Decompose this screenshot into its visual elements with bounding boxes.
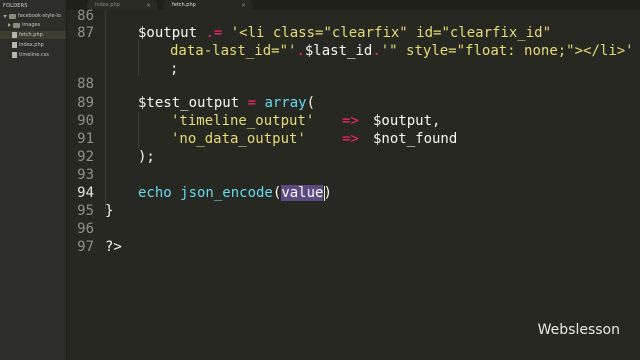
- close-icon[interactable]: ×: [241, 2, 246, 9]
- folder-icon: [9, 13, 16, 19]
- file-icon: [12, 42, 17, 48]
- line-number: 95: [77, 203, 94, 219]
- line-number: 86: [77, 8, 94, 24]
- folder-icon: [13, 22, 20, 28]
- code-token: '<li class="clearfix" id="clearfix_id": [222, 25, 552, 41]
- text-cursor: [324, 186, 325, 201]
- code-line-89: $test_output = array(: [138, 94, 315, 112]
- sidebar-item-timeline[interactable]: timeline.css: [12, 51, 49, 59]
- indent-guide: [138, 112, 139, 148]
- code-line-94: echo json_encode(value): [138, 184, 332, 202]
- line-number: 88: [77, 76, 94, 92]
- tab-index[interactable]: index.php ×: [87, 0, 157, 10]
- code-token: json_encode: [171, 185, 273, 201]
- code-token: array: [256, 95, 307, 111]
- line-number: 93: [77, 167, 94, 183]
- code-area[interactable]: $output .= '<li class="clearfix" id="cle…: [104, 10, 640, 360]
- code-line-95: }: [105, 203, 114, 219]
- sidebar: FOLDERS facebook-style-lo images fetch.p…: [0, 0, 67, 360]
- line-number: 90: [77, 113, 94, 129]
- code-token: data-last_id="': [170, 43, 297, 59]
- code-token: ;: [170, 61, 179, 77]
- code-token: $test_output: [138, 95, 248, 111]
- sidebar-item-index[interactable]: index.php: [12, 41, 44, 49]
- sidebar-title: FOLDERS: [3, 3, 28, 9]
- code-token: $output,: [373, 113, 441, 129]
- sidebar-item-label: fetch.php: [19, 32, 43, 38]
- line-number: 91: [77, 131, 94, 147]
- code-line-91: 'no_data_output': [171, 130, 306, 148]
- code-token: 'no_data_output': [171, 131, 306, 147]
- line-number-gutter: 86 87 88 89 90 91 92 93 94 95 96 97: [67, 8, 101, 360]
- code-token: .: [372, 43, 381, 59]
- code-token-arrow: =>: [342, 113, 359, 129]
- code-token: 'timeline_output': [171, 113, 315, 129]
- code-token: (: [306, 95, 316, 111]
- code-line-87: $output .= '<li class="clearfix" id="cle…: [138, 24, 551, 42]
- code-token: $output: [138, 25, 206, 41]
- text-selection[interactable]: value: [281, 185, 324, 201]
- line-number: 97: [77, 239, 94, 255]
- line-number: 87: [77, 25, 94, 41]
- tab-label: fetch.php: [172, 2, 196, 8]
- line-number: 96: [77, 221, 94, 237]
- code-token: $not_found: [373, 131, 458, 147]
- code-line-90: 'timeline_output': [171, 112, 314, 130]
- code-token-arrow: =>: [342, 131, 359, 147]
- code-token: .=: [205, 25, 223, 41]
- code-line-97: ?>: [105, 239, 122, 255]
- tab-bar: index.php × fetch.php ×: [67, 0, 640, 10]
- indent-guide: [105, 10, 106, 214]
- sidebar-item-label: images: [22, 22, 41, 28]
- code-line-87-wrap2: ;: [170, 60, 178, 78]
- code-token: =: [247, 95, 257, 111]
- file-icon: [12, 32, 17, 38]
- indent-guide: [138, 40, 139, 76]
- code-line-87-wrap: data-last_id="'.$last_id.'" style="float…: [170, 42, 634, 60]
- folder-root[interactable]: facebook-style-lo: [3, 12, 61, 20]
- code-line-92: );: [138, 149, 155, 165]
- line-number: 89: [77, 95, 94, 111]
- code-editor[interactable]: 86 87 88 89 90 91 92 93 94 95 96 97 $out…: [67, 8, 640, 360]
- watermark-logo: Webslesson: [537, 322, 620, 338]
- tab-fetch[interactable]: fetch.php ×: [164, 0, 252, 10]
- file-icon: [12, 52, 17, 58]
- line-number-current: 94: [77, 185, 94, 201]
- code-token: $last_id: [304, 43, 373, 59]
- close-icon[interactable]: ×: [146, 2, 151, 9]
- sidebar-item-label: index.php: [19, 42, 44, 48]
- sidebar-item-fetch[interactable]: fetch.php: [0, 31, 66, 39]
- chevron-down-icon: [3, 14, 7, 18]
- code-token: '" style="float: none;"></li>': [380, 43, 634, 59]
- folder-root-label: facebook-style-lo: [18, 13, 61, 19]
- sidebar-item-label: timeline.css: [19, 52, 49, 58]
- chevron-right-icon: [8, 23, 11, 27]
- line-number: 92: [77, 149, 94, 165]
- code-token: echo: [138, 185, 172, 201]
- code-token: .: [296, 43, 305, 59]
- sidebar-item-images[interactable]: images: [8, 21, 40, 29]
